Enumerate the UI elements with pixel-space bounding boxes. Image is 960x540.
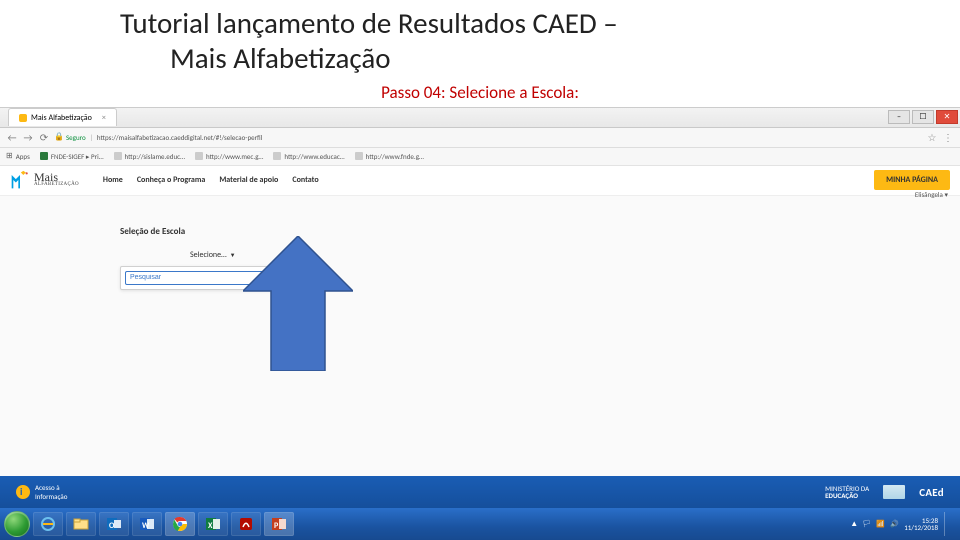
star-icon[interactable]: ☆ (926, 131, 938, 143)
step-label: Passo 04: Selecione a Escola: (0, 82, 960, 103)
system-tray: ▲ 🏳 📶 🔊 15:28 11/12/2018 (850, 512, 956, 536)
security-label: Seguro (66, 133, 86, 142)
footer-mec: MINISTÉRIO DA EDUCAÇÃO (825, 485, 869, 499)
taskbar: O W X P ▲ 🏳 📶 🔊 15:28 11/12/2018 (0, 508, 960, 540)
url-text[interactable]: https://maisalfabetizacao.caeddigital.ne… (97, 133, 922, 142)
browser-mock: Mais Alfabetização × – ☐ ✕ ← → ⟳ 🔒 Segur… (0, 107, 960, 487)
nav-back-icon[interactable]: ← (6, 131, 18, 143)
taskbar-ie[interactable] (33, 512, 63, 536)
taskbar-clock[interactable]: 15:28 11/12/2018 (904, 517, 938, 531)
svg-text:W: W (142, 521, 150, 531)
svg-text:O: O (109, 521, 115, 531)
security-badge: 🔒 Seguro (54, 132, 86, 142)
bookmark-favicon (195, 152, 203, 160)
tab-close-icon[interactable]: × (102, 113, 106, 123)
bookmark-item-0[interactable]: FNDE-SIGEF ▸ Pri… (40, 152, 104, 161)
window-buttons: – ☐ ✕ (888, 110, 960, 124)
apps-icon: ⊞ (6, 151, 13, 161)
bookmark-favicon (273, 152, 281, 160)
browser-tab-row: Mais Alfabetização × – ☐ ✕ (0, 108, 960, 128)
select-dropdown[interactable]: Selecione… ▼ (190, 250, 236, 260)
footer-acesso-info[interactable]: Acesso àInformação (16, 483, 67, 501)
nav-material[interactable]: Material de apoio (219, 175, 278, 185)
taskbar-explorer[interactable] (66, 512, 96, 536)
taskbar-chrome[interactable] (165, 512, 195, 536)
window-minimize-button[interactable]: – (888, 110, 910, 124)
taskbar-acrobat[interactable] (231, 512, 261, 536)
logo-icon (10, 170, 30, 190)
tray-flag-icon[interactable]: 🏳 (862, 519, 872, 529)
page-content: Seleção de Escola Selecione… ▼ ▾ (0, 196, 960, 290)
bookmark-item-1[interactable]: http://sislame.educ… (114, 152, 185, 161)
site-nav: Home Conheça o Programa Material de apoi… (103, 175, 319, 185)
taskbar-powerpoint[interactable]: P (264, 512, 294, 536)
logo-text: Mais ALFABETIZAÇÃO (34, 173, 79, 187)
apps-button[interactable]: ⊞Apps (6, 151, 30, 161)
site-footer: Acesso àInformação MINISTÉRIO DA EDUCAÇÃ… (0, 476, 960, 508)
tray-sound-icon[interactable]: 🔊 (890, 519, 900, 529)
site-logo[interactable]: Mais ALFABETIZAÇÃO (10, 170, 79, 190)
menu-icon[interactable]: ⋮ (942, 131, 954, 143)
taskbar-excel[interactable]: X (198, 512, 228, 536)
window-maximize-button[interactable]: ☐ (912, 110, 934, 124)
window-close-button[interactable]: ✕ (936, 110, 958, 124)
nav-home[interactable]: Home (103, 175, 123, 185)
start-button[interactable] (4, 511, 30, 537)
my-page-button[interactable]: MINHA PÁGINA (874, 170, 950, 190)
callout-arrow-icon (243, 236, 353, 371)
tray-network-icon[interactable]: 📶 (876, 519, 886, 529)
svg-text:X: X (208, 521, 213, 531)
nav-programa[interactable]: Conheça o Programa (137, 175, 206, 185)
tray-show-hidden-icon[interactable]: ▲ (850, 519, 858, 529)
bookmark-favicon (355, 152, 363, 160)
bookmark-item-2[interactable]: http://www.mec.g… (195, 152, 263, 161)
show-desktop-button[interactable] (944, 512, 952, 536)
bookmark-item-4[interactable]: http://www.fnde.g… (355, 152, 424, 161)
bookmark-favicon (114, 152, 122, 160)
slide-title-line1: Tutorial lançamento de Resultados CAED – (0, 6, 960, 41)
slide-title-area: Tutorial lançamento de Resultados CAED –… (0, 0, 960, 78)
info-icon (16, 485, 30, 499)
lock-icon: 🔒 (54, 132, 64, 142)
nav-contato[interactable]: Contato (292, 175, 318, 185)
bookmark-favicon (40, 152, 48, 160)
taskbar-word[interactable]: W (132, 512, 162, 536)
tab-favicon (19, 114, 27, 122)
nav-forward-icon[interactable]: → (22, 131, 34, 143)
browser-tab[interactable]: Mais Alfabetização × (8, 108, 117, 126)
chevron-down-icon: ▼ (230, 251, 236, 259)
bookmarks-bar: ⊞Apps FNDE-SIGEF ▸ Pri… http://sislame.e… (0, 148, 960, 166)
svg-text:P: P (274, 521, 279, 531)
taskbar-outlook[interactable]: O (99, 512, 129, 536)
bookmark-item-3[interactable]: http://www.educac… (273, 152, 344, 161)
brasil-logo-icon (883, 485, 905, 499)
footer-caed: CAEd (919, 486, 944, 499)
tab-label: Mais Alfabetização (31, 113, 92, 123)
nav-reload-icon[interactable]: ⟳ (38, 131, 50, 143)
site-header: Mais ALFABETIZAÇÃO Home Conheça o Progra… (0, 166, 960, 196)
slide-title-line2: Mais Alfabetização (0, 41, 960, 76)
address-bar: ← → ⟳ 🔒 Seguro | https://maisalfabetizac… (0, 128, 960, 148)
